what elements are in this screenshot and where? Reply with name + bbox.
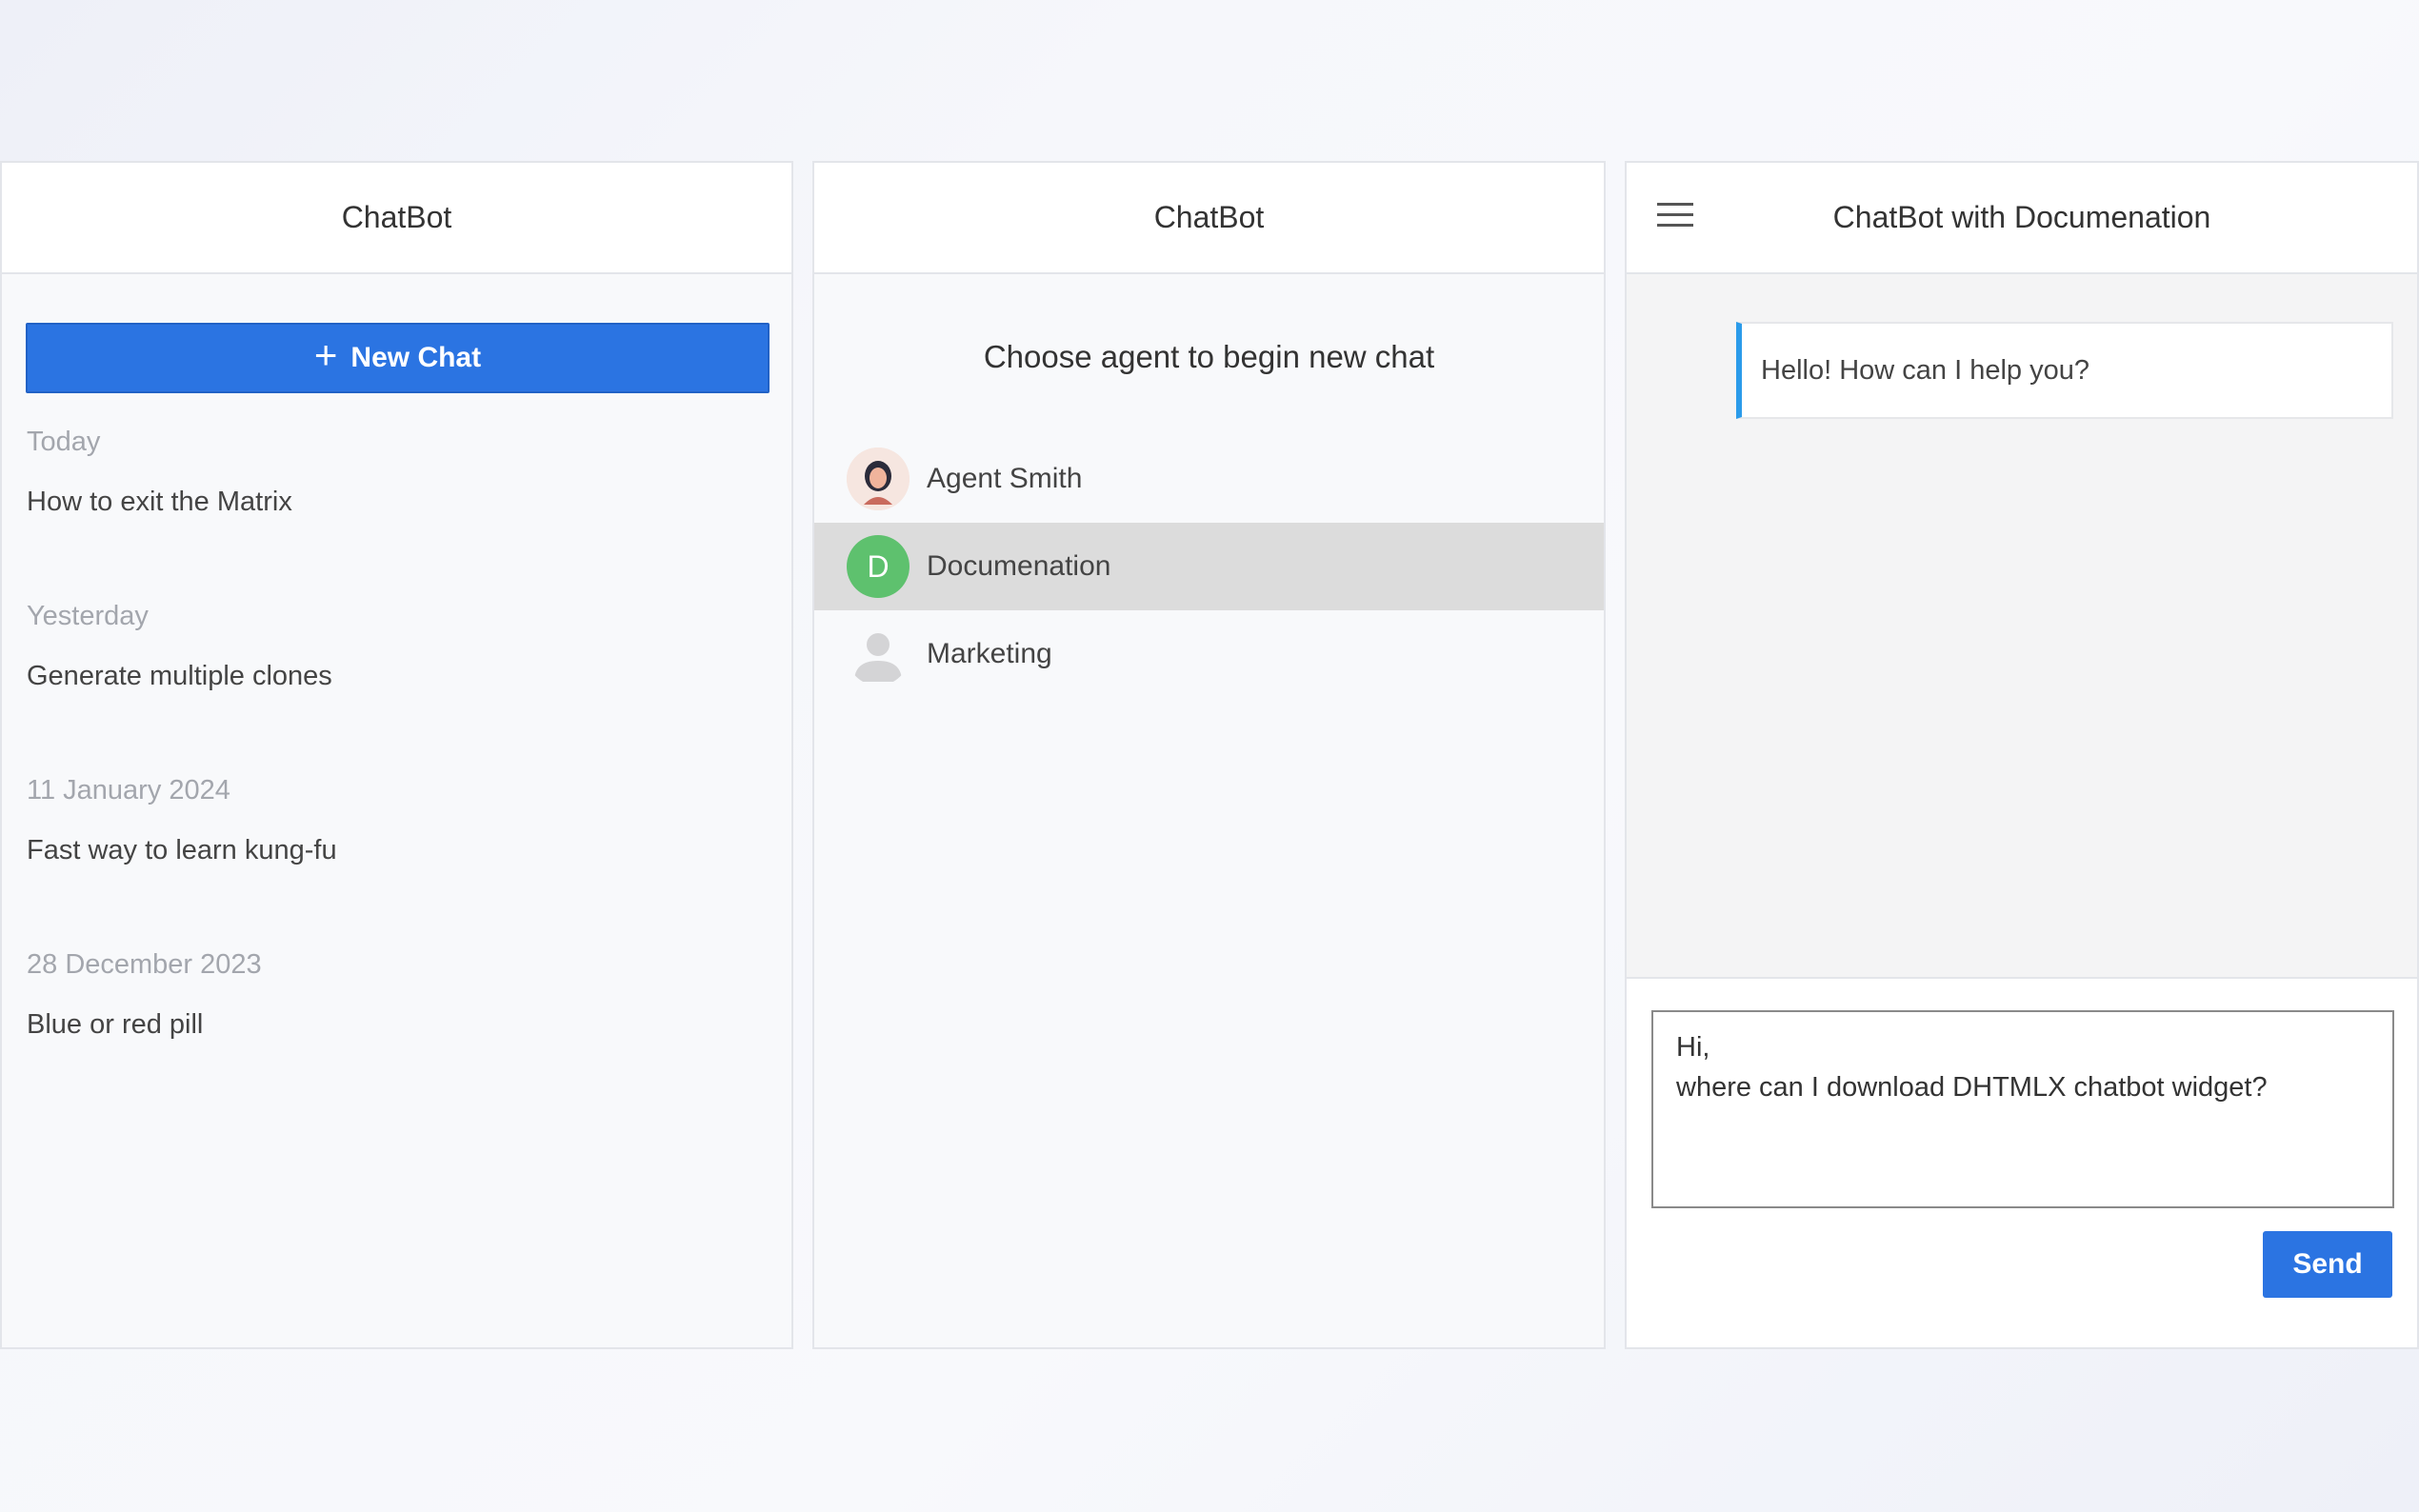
chat-panel-title: ChatBot with Documenation [1832,200,2211,234]
history-item[interactable]: Blue or red pill [27,1009,262,1041]
agents-panel-header: ChatBot [814,163,1604,274]
message-composer: Send [1627,979,2417,1347]
choose-agent-prompt: Choose agent to begin new chat [983,339,1435,374]
history-group: 11 January 2024 Fast way to learn kung-f… [27,775,337,866]
history-date: Yesterday [27,601,149,631]
history-date: Today [27,427,101,457]
chat-panel-header: ChatBot with Documenation [1627,163,2417,274]
agents-panel-title: ChatBot [1153,200,1265,234]
history-group: Yesterday Generate multiple clones [27,601,332,692]
plus-icon: + [313,332,338,377]
send-button[interactable]: Send [2263,1231,2392,1298]
agent-smith-avatar [847,448,910,510]
agent-item-agent-smith[interactable]: Agent Smith [814,435,1604,523]
message-list: Hello! How can I help you? [1627,274,2417,979]
bot-message: Hello! How can I help you? [1736,322,2393,419]
agent-name: Agent Smith [927,463,1083,494]
agent-item-marketing[interactable]: Marketing [814,610,1604,698]
history-panel-header: ChatBot [2,163,791,274]
history-group: Today How to exit the Matrix [27,427,292,518]
agent-item-documenation[interactable]: D Documenation [814,523,1604,610]
history-date: 11 January 2024 [27,775,230,806]
history-date: 28 December 2023 [27,949,262,980]
agent-name: Documenation [927,550,1111,582]
history-item[interactable]: Generate multiple clones [27,661,332,692]
history-item[interactable]: Fast way to learn kung-fu [27,835,337,866]
history-group: 28 December 2023 Blue or red pill [27,949,262,1041]
bot-message-text: Hello! How can I help you? [1761,354,2089,386]
agent-name: Marketing [927,638,1052,669]
new-chat-label: New Chat [350,342,482,373]
history-item[interactable]: How to exit the Matrix [27,487,292,518]
default-user-icon [847,623,910,686]
agent-chooser-panel: ChatBot Choose agent to begin new chat A… [812,161,1606,1349]
documenation-avatar: D [847,535,910,598]
chat-panel: ChatBot with Documenation Hello! How can… [1625,161,2419,1349]
new-chat-button[interactable]: + New Chat [26,323,770,393]
menu-icon[interactable] [1657,203,1693,229]
message-input[interactable] [1651,1010,2394,1208]
history-panel-title: ChatBot [341,200,452,234]
chat-history-panel: ChatBot + New Chat Today How to exit the… [0,161,793,1349]
